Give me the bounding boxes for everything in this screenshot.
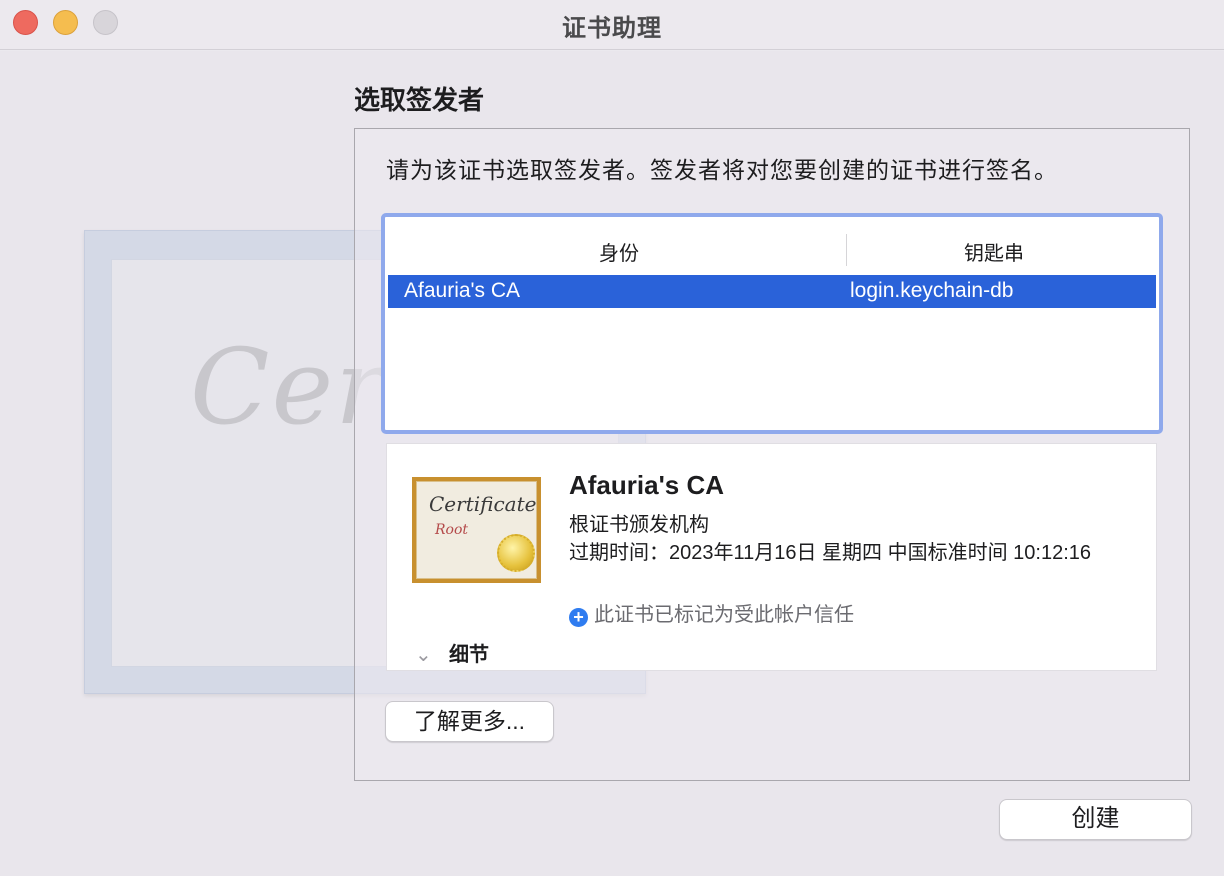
certificate-icon-title: Certificate xyxy=(429,492,537,516)
trust-text: 此证书已标记为受此帐户信任 xyxy=(594,604,854,626)
cell-keychain: login.keychain-db xyxy=(850,279,1014,302)
certificate-name: Afauria's CA xyxy=(569,470,724,500)
details-disclosure[interactable]: ⌄ 细节 xyxy=(415,638,489,667)
cell-identity: Afauria's CA xyxy=(404,279,521,302)
certificate-icon-subtitle: Root xyxy=(435,522,469,538)
instruction-text: 请为该证书选取签发者。签发者将对您要创建的证书进行签名。 xyxy=(386,157,1058,183)
certificate-expiry: 过期时间：2023年11月16日 星期四 中国标准时间 10:12:16 xyxy=(569,542,1092,564)
table-header: 身份 钥匙串 xyxy=(388,220,1156,278)
certificate-trust-status: + 此证书已标记为受此帐户信任 xyxy=(569,598,854,627)
chevron-down-icon[interactable]: ⌄ xyxy=(415,642,435,667)
title-bar: 证书助理 xyxy=(0,0,1224,50)
table-row[interactable]: Afauria's CA login.keychain-db xyxy=(388,275,1156,308)
column-header-keychain[interactable]: 钥匙串 xyxy=(964,237,1024,266)
seal-icon xyxy=(497,534,535,572)
column-divider xyxy=(846,234,847,266)
section-title: 选取签发者 xyxy=(354,85,485,115)
window-title: 证书助理 xyxy=(562,15,662,42)
column-header-identity[interactable]: 身份 xyxy=(599,237,639,266)
issuer-table[interactable]: 身份 钥匙串 Afauria's CA login.keychain-db xyxy=(381,213,1163,434)
plus-circle-icon: + xyxy=(569,608,588,627)
certificate-kind: 根证书颁发机构 xyxy=(569,514,709,536)
certificate-icon: Certificate Root xyxy=(412,477,541,583)
certificate-icon-face: Certificate Root xyxy=(416,481,537,579)
create-button[interactable]: 创建 xyxy=(999,799,1192,840)
learn-more-button[interactable]: 了解更多... xyxy=(385,701,554,742)
certificate-detail-panel: Certificate Root Afauria's CA 根证书颁发机构 过期… xyxy=(386,443,1157,671)
details-label: 细节 xyxy=(449,644,489,666)
